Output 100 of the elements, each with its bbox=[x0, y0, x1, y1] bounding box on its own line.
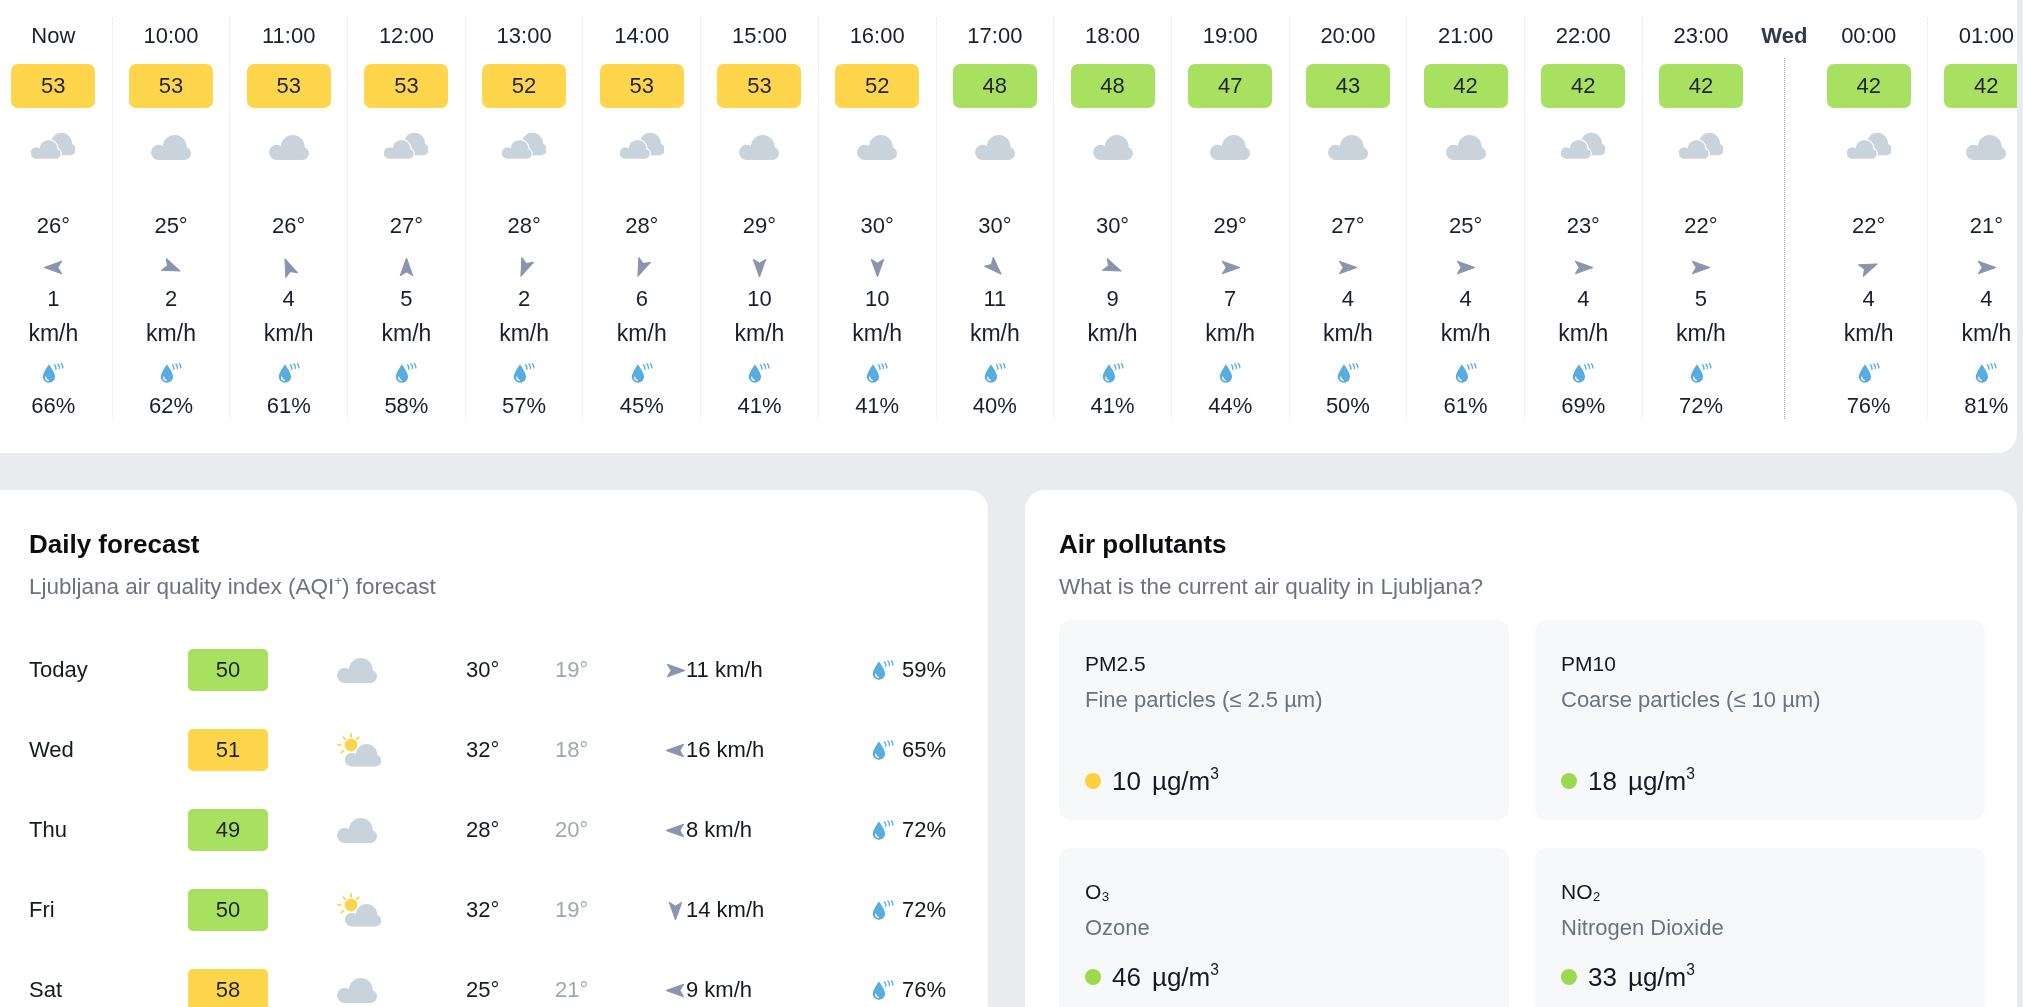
droplet-icon bbox=[1857, 363, 1880, 383]
wind-speed: 4 bbox=[1862, 285, 1875, 313]
cloud-icon bbox=[857, 134, 898, 160]
wind-speed: 6 bbox=[635, 285, 648, 313]
aqi-badge: 42 bbox=[1541, 64, 1626, 108]
day-name: Wed bbox=[29, 737, 74, 763]
humidity-value: 76% bbox=[902, 977, 947, 1003]
hour-label: 15:00 bbox=[731, 22, 787, 50]
cloud-icon bbox=[974, 134, 1015, 160]
cloud-icon bbox=[268, 134, 309, 160]
sun-behind-cloud-icon bbox=[337, 893, 381, 927]
day-name: Sat bbox=[29, 977, 63, 1003]
speed-unit: km/h bbox=[1205, 319, 1256, 347]
cloud-icon bbox=[337, 817, 377, 843]
pollutant-name: PM10 bbox=[1561, 651, 1616, 677]
humidity-value: 76% bbox=[1846, 392, 1891, 420]
temperature: 21° bbox=[1969, 212, 2003, 240]
humidity-value: 66% bbox=[31, 392, 76, 420]
humidity-value: 72% bbox=[1678, 392, 1723, 420]
aqi-badge: 53 bbox=[246, 64, 331, 108]
hour-label: 23:00 bbox=[1673, 22, 1729, 50]
pollutant-value: 46 bbox=[1112, 961, 1141, 993]
speed-unit: km/h bbox=[734, 319, 785, 347]
temperature: 27° bbox=[389, 212, 424, 240]
wind-speed: 9 km/h bbox=[686, 977, 753, 1003]
wind-speed: 7 bbox=[1224, 285, 1237, 313]
wind-speed: 10 bbox=[747, 285, 772, 313]
hour-label: 10:00 bbox=[143, 22, 199, 50]
pollutant-description: Ozone bbox=[1085, 914, 1150, 942]
speed-unit: km/h bbox=[1087, 319, 1138, 347]
aqi-badge: 47 bbox=[1188, 64, 1273, 108]
pollutant-value: 33 bbox=[1588, 961, 1617, 993]
card-title: Daily forecast bbox=[29, 528, 200, 560]
day-name: Thu bbox=[29, 817, 67, 843]
cloud-icon bbox=[1966, 134, 2007, 160]
wind-speed: 4 bbox=[1459, 285, 1472, 313]
speed-unit: km/h bbox=[263, 319, 314, 347]
cloud-icon bbox=[1210, 134, 1251, 160]
aqi-badge: 50 bbox=[188, 889, 268, 931]
humidity-value: 69% bbox=[1561, 392, 1606, 420]
wind-speed: 11 km/h bbox=[686, 657, 763, 683]
hour-label: 11:00 bbox=[262, 22, 316, 50]
hour-label: 17:00 bbox=[967, 22, 1023, 50]
wind-speed: 2 bbox=[164, 285, 178, 313]
aqi-badge: 48 bbox=[952, 64, 1037, 108]
humidity-value: 58% bbox=[384, 392, 429, 420]
aqi-badge: 49 bbox=[188, 809, 268, 851]
hour-label: 18:00 bbox=[1085, 22, 1141, 50]
wind-speed: 4 bbox=[282, 285, 295, 313]
temperature: 30° bbox=[860, 212, 894, 240]
temperature: 28° bbox=[507, 212, 541, 240]
cloud-icon bbox=[337, 977, 377, 1003]
pollutant-value: 18 bbox=[1588, 765, 1617, 797]
cloud-icon bbox=[337, 657, 377, 683]
hour-label: 00:00 bbox=[1841, 22, 1897, 50]
wind-speed: 8 km/h bbox=[686, 817, 753, 843]
temperature: 26° bbox=[272, 212, 306, 240]
humidity-value: 59% bbox=[902, 657, 947, 683]
speed-unit: km/h bbox=[28, 319, 79, 347]
high-temperature: 32° bbox=[466, 897, 500, 923]
card-subtitle: Ljubljana air quality index (AQI$^{+}$) forecast bbox=[29, 572, 436, 601]
wind-speed: 2 bbox=[517, 285, 531, 313]
card-subtitle: What is the current air quality in Ljubljana? bbox=[1059, 573, 1483, 601]
hour-label: Now bbox=[31, 22, 76, 50]
droplet-icon bbox=[872, 820, 894, 840]
low-temperature: 20° bbox=[555, 817, 589, 843]
temperature: 23° bbox=[1566, 212, 1600, 240]
speed-unit: km/h bbox=[146, 319, 196, 347]
temperature: 25° bbox=[154, 212, 188, 240]
wind-speed: 9 bbox=[1106, 285, 1119, 313]
cloud-icon bbox=[1327, 134, 1368, 160]
wind-speed: 5 bbox=[1694, 285, 1708, 313]
hour-label: 14:00 bbox=[614, 22, 670, 50]
droplet-icon bbox=[1689, 363, 1712, 383]
droplet-icon bbox=[1101, 363, 1124, 383]
droplet-icon bbox=[513, 363, 536, 383]
droplet-icon bbox=[983, 363, 1006, 383]
low-temperature: 19° bbox=[555, 897, 589, 923]
humidity-value: 57% bbox=[502, 392, 547, 420]
speed-unit: km/h bbox=[969, 319, 1020, 347]
hour-label: 13:00 bbox=[496, 22, 552, 50]
hour-label: 16:00 bbox=[849, 22, 905, 50]
temperature: 26° bbox=[36, 212, 70, 240]
aqi-badge: 43 bbox=[1305, 64, 1390, 108]
droplet-icon bbox=[1572, 363, 1595, 383]
hour-label: 12:00 bbox=[378, 22, 434, 50]
hour-label: 01:00 bbox=[1958, 22, 2014, 50]
humidity-value: 61% bbox=[266, 392, 311, 420]
wind-speed: 5 bbox=[400, 285, 413, 313]
speed-unit: km/h bbox=[1558, 319, 1609, 347]
aqi-badge: 53 bbox=[129, 64, 214, 108]
droplet-icon bbox=[160, 363, 183, 383]
humidity-value: 41% bbox=[1090, 392, 1135, 420]
speed-unit: km/h bbox=[1843, 319, 1894, 347]
hour-label: 22:00 bbox=[1555, 22, 1611, 50]
cloud-icon bbox=[739, 134, 780, 160]
droplet-icon bbox=[1219, 363, 1242, 383]
pollutant-unit: µg/m$^{3}$ bbox=[1151, 961, 1219, 993]
droplet-icon bbox=[872, 900, 894, 920]
temperature: 30° bbox=[978, 212, 1012, 240]
